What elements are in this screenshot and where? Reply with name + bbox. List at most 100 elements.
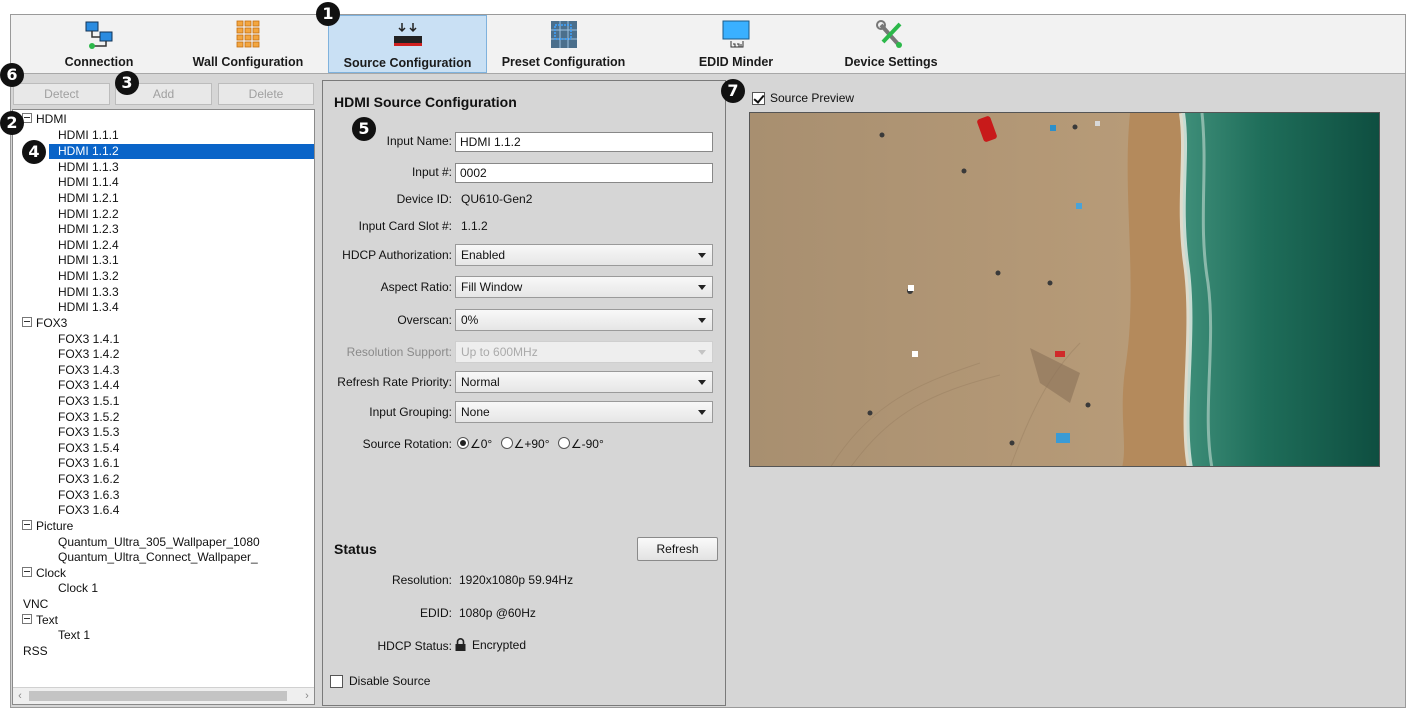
tree-item[interactable]: Clock 1 bbox=[58, 581, 98, 596]
tab-preset-configuration-label: Preset Configuration bbox=[501, 55, 626, 69]
callout-marker-1: 1 bbox=[316, 2, 340, 26]
tree-group-label: Picture bbox=[36, 519, 74, 533]
tree-item[interactable]: FOX3 1.5.4 bbox=[58, 441, 119, 456]
source-tree[interactable]: HDMI HDMI 1.1.1 HDMI 1.1.2 HDMI 1.1.3 HD… bbox=[12, 109, 315, 705]
overscan-value: 0% bbox=[461, 313, 479, 327]
device-id-label: Device ID: bbox=[396, 192, 452, 206]
callout-marker-6: 6 bbox=[0, 63, 24, 87]
input-grouping-select[interactable]: None bbox=[455, 401, 713, 423]
tree-group-label: Clock bbox=[36, 566, 67, 580]
beach-preview-picture bbox=[750, 113, 1379, 466]
tree-item[interactable]: FOX3 1.4.1 bbox=[58, 332, 119, 347]
tree-item-selected[interactable]: HDMI 1.1.2 bbox=[49, 144, 314, 159]
tree-group-label: HDMI bbox=[36, 112, 67, 126]
rotation-0-radio[interactable] bbox=[457, 437, 469, 449]
tree-item[interactable]: FOX3 1.6.2 bbox=[58, 472, 119, 487]
tree-group-text[interactable]: Text bbox=[22, 613, 58, 628]
tree-item[interactable]: FOX3 1.5.3 bbox=[58, 425, 119, 440]
tree-group-hdmi[interactable]: HDMI bbox=[22, 112, 67, 127]
rotation-minus90-label: ∠-90° bbox=[570, 437, 604, 451]
tree-item[interactable]: FOX3 1.5.1 bbox=[58, 394, 119, 409]
tree-group-fox3[interactable]: FOX3 bbox=[22, 316, 67, 331]
scroll-right-icon[interactable]: › bbox=[300, 688, 314, 704]
rotation-plus90-label: ∠+90° bbox=[513, 437, 550, 451]
tree-group-clock[interactable]: Clock bbox=[22, 566, 66, 581]
tree-item[interactable]: Quantum_Ultra_Connect_Wallpaper_ bbox=[58, 550, 258, 565]
tab-preset-configuration[interactable]: Preset Configuration bbox=[491, 15, 636, 73]
tree-item[interactable]: HDMI 1.2.1 bbox=[58, 191, 119, 206]
tree-item[interactable]: HDMI 1.1.1 bbox=[58, 128, 119, 143]
tab-wall-configuration[interactable]: Wall Configuration bbox=[183, 15, 313, 73]
tree-item[interactable]: HDMI 1.2.3 bbox=[58, 222, 119, 237]
rotation-minus90-radio[interactable] bbox=[557, 437, 570, 449]
monitor-icon bbox=[722, 20, 750, 48]
callout-marker-2: 2 bbox=[0, 111, 24, 135]
tree-item[interactable]: HDMI 1.2.4 bbox=[58, 238, 119, 253]
collapse-icon[interactable] bbox=[22, 567, 32, 577]
collapse-icon[interactable] bbox=[22, 520, 32, 530]
status-hdcp-row: Encrypted bbox=[455, 638, 526, 652]
lock-icon bbox=[455, 638, 466, 651]
tree-item[interactable]: HDMI 1.3.3 bbox=[58, 285, 119, 300]
rotation-plus90-radio[interactable] bbox=[500, 437, 513, 449]
scrollbar-thumb[interactable] bbox=[29, 691, 287, 701]
tab-source-configuration[interactable]: Source Configuration bbox=[328, 15, 487, 73]
tree-item[interactable]: HDMI 1.3.4 bbox=[58, 300, 119, 315]
tree-item[interactable]: HDMI 1.1.4 bbox=[58, 175, 119, 190]
tools-icon bbox=[876, 20, 902, 48]
input-name-field[interactable]: HDMI 1.1.2 bbox=[455, 132, 713, 152]
tab-connection-label: Connection bbox=[64, 55, 134, 69]
hdcp-authorization-value: Enabled bbox=[461, 248, 506, 262]
tree-item[interactable]: HDMI 1.1.3 bbox=[58, 160, 119, 175]
tree-group-label: Text bbox=[36, 613, 59, 627]
main-toolbar: Connection Wall Configuration Source Con… bbox=[11, 15, 1405, 74]
aspect-ratio-select[interactable]: Fill Window bbox=[455, 276, 713, 298]
device-id-value: QU610-Gen2 bbox=[461, 192, 533, 206]
refresh-button[interactable]: Refresh bbox=[637, 537, 718, 561]
source-rotation-group: ∠0° ∠+90° ∠-90° bbox=[457, 437, 604, 451]
tree-item[interactable]: FOX3 1.4.2 bbox=[58, 347, 119, 362]
tree-item[interactable]: FOX3 1.4.3 bbox=[58, 363, 119, 378]
scroll-left-icon[interactable]: ‹ bbox=[13, 688, 27, 704]
tree-item[interactable]: Quantum_Ultra_305_Wallpaper_1080 bbox=[58, 535, 260, 550]
delete-button[interactable]: Delete bbox=[218, 83, 314, 105]
input-number-field[interactable]: 0002 bbox=[455, 163, 713, 183]
overscan-select[interactable]: 0% bbox=[455, 309, 713, 331]
detect-button[interactable]: Detect bbox=[13, 83, 110, 105]
tree-item[interactable]: Text 1 bbox=[58, 628, 90, 643]
tree-item[interactable]: HDMI 1.3.2 bbox=[58, 269, 119, 284]
refresh-priority-label: Refresh Rate Priority: bbox=[337, 375, 452, 389]
hdcp-authorization-select[interactable]: Enabled bbox=[455, 244, 713, 266]
tree-item[interactable]: HDMI 1.3.1 bbox=[58, 253, 119, 268]
tree-group-vnc[interactable]: VNC bbox=[23, 597, 48, 612]
tree-item[interactable]: FOX3 1.6.3 bbox=[58, 488, 119, 503]
tree-item[interactable]: FOX3 1.5.2 bbox=[58, 410, 119, 425]
tab-connection[interactable]: Connection bbox=[49, 15, 149, 73]
tree-item[interactable]: FOX3 1.4.4 bbox=[58, 378, 119, 393]
chevron-down-icon bbox=[698, 318, 706, 323]
aspect-ratio-value: Fill Window bbox=[461, 280, 523, 294]
tree-group-rss[interactable]: RSS bbox=[23, 644, 48, 659]
tree-group-picture[interactable]: Picture bbox=[22, 519, 73, 534]
tab-edid-minder[interactable]: EDID Minder bbox=[666, 15, 806, 73]
chevron-down-icon bbox=[698, 350, 706, 355]
connection-icon bbox=[85, 21, 113, 49]
card-slot-label: Input Card Slot #: bbox=[358, 219, 452, 233]
source-preview-checkbox[interactable] bbox=[752, 92, 765, 105]
refresh-priority-select[interactable]: Normal bbox=[455, 371, 713, 393]
card-slot-value: 1.1.2 bbox=[461, 219, 488, 233]
tab-device-settings[interactable]: Device Settings bbox=[821, 15, 961, 73]
tree-item[interactable]: HDMI 1.2.2 bbox=[58, 207, 119, 222]
overscan-label: Overscan: bbox=[397, 313, 452, 327]
tree-item[interactable]: FOX3 1.6.1 bbox=[58, 456, 119, 471]
source-preview-image bbox=[749, 112, 1380, 467]
status-resolution-value: 1920x1080p 59.94Hz bbox=[459, 573, 574, 587]
tab-device-settings-label: Device Settings bbox=[844, 55, 938, 69]
disable-source-checkbox[interactable] bbox=[330, 675, 343, 688]
collapse-icon[interactable] bbox=[22, 614, 32, 624]
tab-source-configuration-label: Source Configuration bbox=[343, 56, 472, 70]
tree-horizontal-scrollbar[interactable]: ‹ › bbox=[13, 687, 314, 704]
tree-item[interactable]: FOX3 1.6.4 bbox=[58, 503, 119, 518]
resolution-support-select: Up to 600MHz bbox=[455, 341, 713, 363]
collapse-icon[interactable] bbox=[22, 317, 32, 327]
